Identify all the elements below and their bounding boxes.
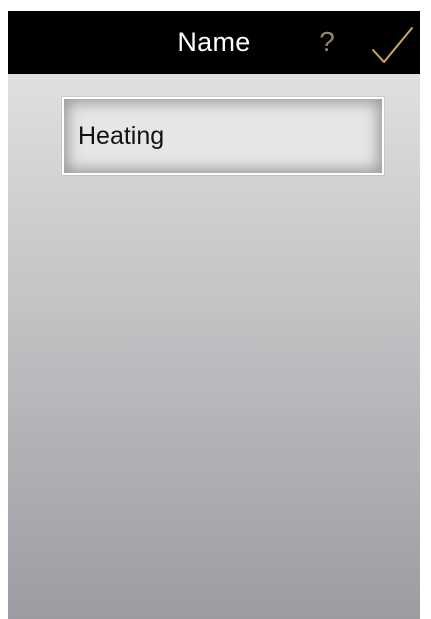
page-title: Name	[177, 27, 251, 57]
checkmark-icon	[372, 27, 413, 63]
help-button[interactable]: ?	[310, 19, 344, 65]
screen: Name ?	[8, 11, 420, 619]
confirm-button[interactable]	[370, 22, 416, 68]
header-bar: Name ?	[8, 11, 420, 74]
name-input[interactable]	[62, 97, 384, 175]
